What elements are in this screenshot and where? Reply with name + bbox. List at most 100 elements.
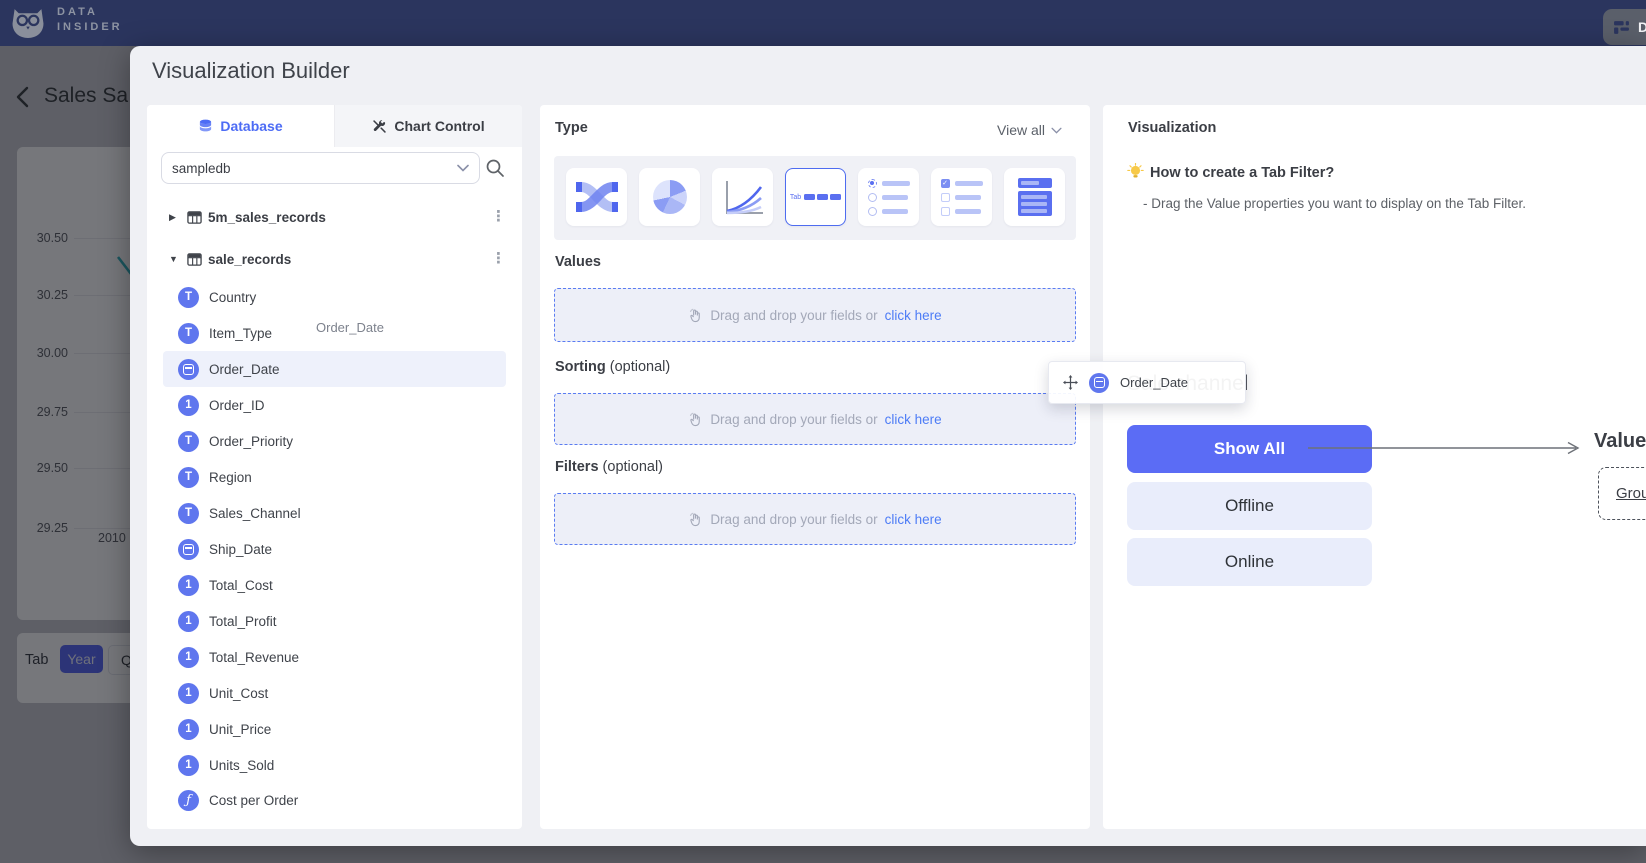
tab-database[interactable]: Database (147, 105, 334, 147)
field-label: Total_Revenue (209, 650, 299, 665)
expand-expanded-icon[interactable]: ▼ (169, 254, 181, 264)
nav-action-label: D (1638, 19, 1646, 35)
group-link[interactable]: Group (1616, 485, 1646, 502)
field-row[interactable]: Order_Date (147, 352, 522, 386)
filter-option-online[interactable]: Online (1127, 538, 1372, 586)
field-row[interactable]: 1 Order_ID (147, 388, 522, 422)
drag-hand-icon (688, 512, 703, 527)
dragged-field-chip[interactable]: Order_Date (1048, 361, 1246, 404)
type-pie-icon[interactable] (639, 168, 700, 226)
field-row[interactable]: 1 Units_Sold (147, 748, 522, 782)
visualization-label: Visualization (1128, 120, 1216, 136)
tools-icon (372, 119, 387, 134)
date-field-icon (1089, 373, 1109, 393)
number-field-icon: 1 (178, 611, 199, 632)
field-label: Cost per Order (209, 793, 298, 808)
text-field-icon: T (178, 467, 199, 488)
field-label: Ship_Date (209, 542, 272, 557)
chip-label: Order_Date (1120, 375, 1188, 390)
field-label: Unit_Cost (209, 686, 268, 701)
expression-field-icon: ƒ (178, 790, 199, 811)
type-dropdown-icon[interactable] (1004, 168, 1065, 226)
values-click-here-link[interactable]: click here (885, 308, 942, 323)
database-icon (198, 119, 213, 134)
table-icon (187, 252, 202, 267)
field-label: Order_ID (209, 398, 265, 413)
filters-dropzone[interactable]: Drag and drop your fields or click here (554, 493, 1076, 545)
field-row[interactable]: T Region (147, 460, 522, 494)
field-label: Units_Sold (209, 758, 274, 773)
field-row[interactable]: 1Total_Revenue (147, 640, 522, 674)
table-menu-icon[interactable]: ⋮ (491, 250, 506, 268)
owl-logo-icon[interactable] (10, 7, 46, 40)
table-row[interactable]: ▼ sale_records ⋮ (147, 242, 522, 276)
brand-name[interactable]: DATA INSIDER (57, 7, 123, 37)
field-label: Item_Type (209, 326, 272, 341)
field-label: Total_Cost (209, 578, 273, 593)
field-label: Order_Priority (209, 434, 293, 449)
number-field-icon: 1 (178, 683, 199, 704)
expand-collapsed-icon[interactable]: ▶ (169, 212, 181, 223)
sorting-section-label: Sorting (optional) (555, 359, 670, 375)
panel-tabbar: Database Chart Control (147, 105, 522, 147)
drag-hand-icon (688, 412, 703, 427)
table-menu-icon[interactable]: ⋮ (491, 208, 506, 226)
drag-hand-icon (688, 308, 703, 323)
filters-section-label: Filters (optional) (555, 459, 663, 475)
field-row[interactable]: 1Total_Cost (147, 568, 522, 602)
field-row[interactable]: T Order_Priority (147, 424, 522, 458)
tip-title: How to create a Tab Filter? (1150, 165, 1334, 181)
modal-title: Visualization Builder (152, 58, 350, 84)
tab-chart-control[interactable]: Chart Control (334, 105, 522, 147)
view-all-dropdown[interactable]: View all (997, 122, 1062, 138)
values-dropzone[interactable]: Drag and drop your fields or click here (554, 288, 1076, 342)
field-row[interactable]: ƒ Cost per Order (147, 783, 522, 817)
values-section-label: Values (555, 254, 601, 270)
field-label: Sales_Channel (209, 506, 301, 521)
sorting-click-here-link[interactable]: click here (885, 412, 942, 427)
move-icon (1063, 375, 1078, 390)
visualization-builder-modal: Visualization Builder Database (130, 46, 1646, 846)
dashboard-icon (1613, 19, 1630, 36)
text-field-icon: T (178, 323, 199, 344)
field-row[interactable]: 1 Total_Profit (147, 604, 522, 638)
field-label: Order_Date (209, 362, 280, 377)
app-root: Sales Sa 30.50 30.25 30.00 29.75 29.50 2… (0, 0, 1646, 863)
sorting-dropzone[interactable]: Drag and drop your fields or click here (554, 393, 1076, 445)
filter-option-offline[interactable]: Offline (1127, 482, 1372, 530)
filters-click-here-link[interactable]: click here (885, 512, 942, 527)
group-dropzone[interactable]: Group (1598, 467, 1646, 520)
type-line-icon[interactable] (712, 168, 773, 226)
type-multi-choice-icon[interactable]: ✓ (931, 168, 992, 226)
dashboard-nav-button[interactable]: D (1603, 9, 1646, 45)
database-select[interactable]: sampledb (161, 152, 480, 184)
number-field-icon: 1 (178, 395, 199, 416)
text-field-icon: T (178, 287, 199, 308)
field-row[interactable]: Ship_Date (147, 532, 522, 566)
field-row[interactable]: T Sales_Channel (147, 496, 522, 530)
field-label: Total_Profit (209, 614, 277, 629)
table-row[interactable]: ▶ 5m_sales_records ⋮ (147, 200, 522, 234)
type-tab-filter-icon[interactable]: Tab (785, 168, 846, 226)
field-row[interactable]: 1Unit_Price (147, 712, 522, 746)
date-field-icon (178, 539, 199, 560)
text-field-icon: T (178, 503, 199, 524)
value-heading: Value (1594, 430, 1646, 453)
chart-type-strip: Tab ✓ (554, 156, 1076, 240)
type-sankey-icon[interactable] (566, 168, 627, 226)
field-label: Country (209, 290, 256, 305)
search-icon[interactable] (485, 158, 505, 178)
number-field-icon: 1 (178, 755, 199, 776)
number-field-icon: 1 (178, 719, 199, 740)
top-navbar: DATA INSIDER D (0, 0, 1646, 46)
lightbulb-icon (1127, 163, 1144, 180)
field-row[interactable]: 1 Unit_Cost (147, 676, 522, 710)
text-field-icon: T (178, 431, 199, 452)
drag-ghost-label: Order_Date (316, 320, 384, 335)
field-label: Region (209, 470, 252, 485)
chevron-down-icon (457, 164, 469, 172)
type-single-choice-icon[interactable] (858, 168, 919, 226)
database-panel: Database Chart Control sampledb (147, 105, 522, 829)
field-row[interactable]: T Country (147, 280, 522, 314)
table-icon (187, 210, 202, 225)
